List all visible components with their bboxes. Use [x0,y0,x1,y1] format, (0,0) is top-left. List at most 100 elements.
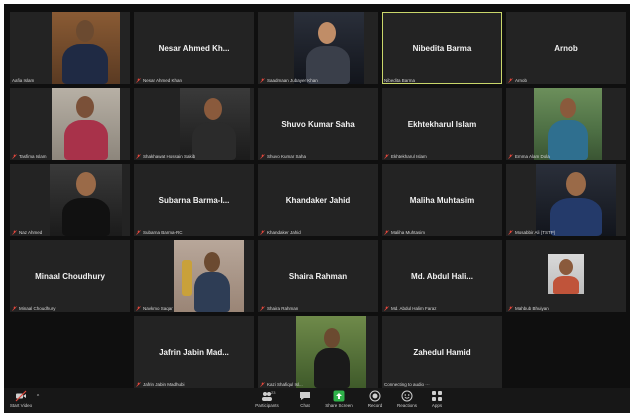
participant-name-label: Arnob [508,78,527,83]
participant-display-name: Md. Abdul Hali... [411,271,473,281]
participant-tile[interactable]: Nesar Ahmed Kh... Nesar Ahmed Khan [134,12,254,84]
avatar [76,96,94,118]
chat-button[interactable]: Chat [290,390,320,408]
participant-tile[interactable]: Khandaker Jahid Khandaker Jahid [258,164,378,236]
muted-mic-icon [508,230,513,235]
participant-tile[interactable]: Zahedul Hamid Connecting to audio ··· [382,316,502,388]
participants-button[interactable]: 23 Participants [252,390,282,408]
muted-mic-icon [384,306,389,311]
avatar [204,252,220,272]
gallery-view: Aafia Islam Nesar Ahmed Kh... Nesar Ahme… [10,12,630,388]
participant-name-label: Connecting to audio ··· [384,382,430,387]
participant-tile[interactable]: Naz Ahmed [10,164,130,236]
participant-name-label: Nesar Ahmed Khan [136,78,182,83]
avatar [204,98,222,120]
chat-icon [300,392,310,400]
participant-name-label: Minaal Choudhury [12,306,56,311]
muted-mic-icon [508,154,513,159]
reactions-icon [401,390,413,402]
participant-display-name: Shaira Rahman [288,271,348,281]
trophy-icon [182,260,192,296]
start-video-button[interactable]: Start Video [6,390,36,408]
avatar [559,259,573,275]
muted-mic-icon [384,154,389,159]
participant-video [180,88,250,160]
muted-mic-icon [136,230,141,235]
muted-mic-icon [136,154,141,159]
participant-name-label: Ekhtekharul Islam [384,154,427,159]
apps-button[interactable]: Apps [422,390,452,408]
muted-mic-icon [136,382,141,387]
share-screen-icon [333,390,345,402]
participant-tile[interactable]: Jafrin Jabin Mad... Jafrin Jabin Madhubi [134,316,254,388]
participant-display-name: Nibedita Barma [412,43,472,53]
participant-video [52,88,120,160]
muted-mic-icon [260,78,265,83]
participant-display-name: Jafrin Jabin Mad... [159,347,229,357]
participant-name-label: Navkmo Saqar [136,306,173,311]
participant-video [536,164,616,236]
participant-display-name: Arnob [554,43,578,53]
participant-tile[interactable]: Md. Abdul Hali... Md. Abdul Halim Faraz [382,240,502,312]
participant-name-label: Jafrin Jabin Madhubi [136,382,185,387]
chevron-up-icon: ^ [36,394,40,400]
participant-tile[interactable]: Tasfima Islam [10,88,130,160]
muted-mic-icon [260,306,265,311]
muted-mic-icon [508,78,513,83]
participant-name-label: Mosabbir Ali (TSTP) [508,230,555,235]
participant-display-name: Shuvo Kumar Saha [281,119,355,129]
participant-video [174,240,244,312]
participant-name-label: Kazi Shafiqul Isl... [260,382,303,387]
participant-tile[interactable]: Navkmo Saqar [134,240,254,312]
participant-tile[interactable]: Emma Alam Dola [506,88,626,160]
participant-video [294,12,364,84]
participant-display-name: Subarna Barma-I... [158,195,230,205]
participant-video [296,316,366,388]
participant-name-label: Shuvo Kumar Saha [260,154,306,159]
muted-mic-icon [508,306,513,311]
participant-name-label: Emma Alam Dola [508,154,550,159]
muted-mic-icon [260,154,265,159]
reactions-button[interactable]: Reactions [392,390,422,408]
participant-video [50,164,122,236]
participant-tile[interactable]: Shakhawat Hossain Sakib [134,88,254,160]
muted-mic-icon [136,306,141,311]
participant-name-label: Subarna Barma-RC [136,230,183,235]
participant-video [534,88,602,160]
muted-mic-icon [12,154,17,159]
participant-name-label: Tasfima Islam [12,154,47,159]
muted-mic-icon [136,78,141,83]
participant-tile[interactable]: Aafia Islam [10,12,130,84]
participant-tile-active-speaker[interactable]: Nibedita Barma Nibedita Barma [382,12,502,84]
avatar [76,20,94,42]
participant-tile[interactable]: Arnob Arnob [506,12,626,84]
participant-video [548,254,584,294]
video-options-caret[interactable]: ^ [34,394,42,400]
participant-tile[interactable]: Shaira Rahman Shaira Rahman [258,240,378,312]
participant-tile[interactable]: Subarna Barma-I... Subarna Barma-RC [134,164,254,236]
record-icon [369,390,381,402]
participant-name-label: Khandaker Jahid [260,230,301,235]
participant-name-label: Shakhawat Hossain Sakib [136,154,195,159]
participant-name-label: Shaira Rahman [260,306,298,311]
participant-tile[interactable]: Mosabbir Ali (TSTP) [506,164,626,236]
participant-tile[interactable]: Saadmaan Jubayer Khan [258,12,378,84]
avatar [560,98,576,118]
participant-tile[interactable]: Kazi Shafiqul Isl... [258,316,378,388]
participant-display-name: Zahedul Hamid [413,347,471,357]
participant-tile[interactable]: Minaal Choudhury Minaal Choudhury [10,240,130,312]
participant-name-label: Saadmaan Jubayer Khan [260,78,318,83]
record-button[interactable]: Record [360,390,390,408]
avatar [318,22,336,44]
participant-display-name: Khandaker Jahid [285,195,351,205]
participant-tile[interactable]: Mahbub Bhuiyan [506,240,626,312]
muted-mic-icon [260,382,265,387]
participant-tile[interactable]: Shuvo Kumar Saha Shuvo Kumar Saha [258,88,378,160]
participant-tile[interactable]: Maliha Muhtasim Maliha Muhtasim [382,164,502,236]
share-screen-button[interactable]: Share Screen [324,390,354,408]
participant-name-label: Nibedita Barma [384,78,416,83]
participant-name-label: Naz Ahmed [12,230,42,235]
participant-tile[interactable]: Ekhtekharul Islam Ekhtekharul Islam [382,88,502,160]
participant-display-name: Ekhtekharul Islam [407,119,477,129]
participant-display-name: Minaal Choudhury [35,271,105,281]
